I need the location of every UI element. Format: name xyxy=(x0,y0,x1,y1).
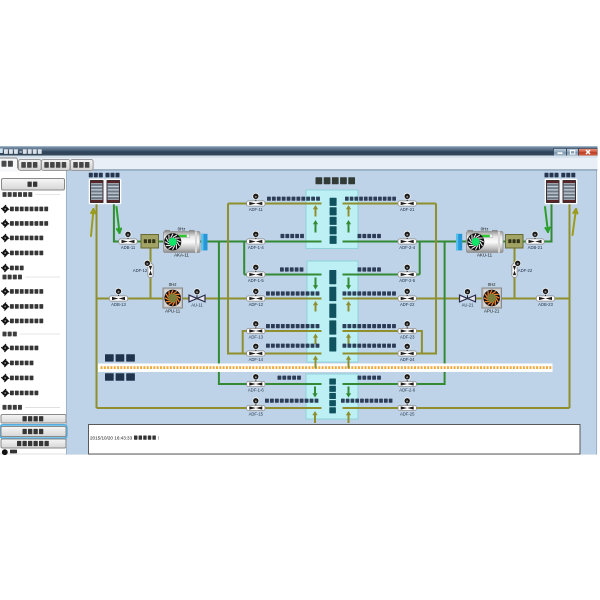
svg-text:ADF-13: ADF-13 xyxy=(249,335,264,340)
svg-text:ADF-22: ADF-22 xyxy=(400,302,415,307)
svg-text:ADF-24: ADF-24 xyxy=(400,357,415,362)
svg-text:ADF-12: ADF-12 xyxy=(133,268,148,273)
svg-text:0Hz: 0Hz xyxy=(169,282,177,287)
svg-text:ADB-21: ADB-21 xyxy=(528,245,543,250)
svg-text:!: ! xyxy=(158,435,159,440)
svg-text:APU-11: APU-11 xyxy=(165,309,181,314)
svg-text:ADF-12: ADF-12 xyxy=(249,302,264,307)
svg-text:ADF-1-6: ADF-1-6 xyxy=(248,388,264,393)
svg-text:AKA-11: AKA-11 xyxy=(174,253,189,258)
svg-text:AKU-11: AKU-11 xyxy=(477,253,493,258)
svg-text:ADF-15: ADF-15 xyxy=(249,412,264,417)
svg-text:ADF-1-5: ADF-1-5 xyxy=(248,278,264,283)
svg-text:ADF-22: ADF-22 xyxy=(518,268,533,273)
svg-text:ADF-11: ADF-11 xyxy=(249,207,264,212)
svg-text:0Hz: 0Hz xyxy=(481,227,489,232)
svg-text:ADF-23: ADF-23 xyxy=(400,335,415,340)
svg-text:ADB-13: ADB-13 xyxy=(111,302,126,307)
svg-text:ADB-23: ADB-23 xyxy=(538,302,553,307)
svg-text:AU-11: AU-11 xyxy=(191,303,203,308)
svg-text:APU-21: APU-21 xyxy=(484,309,500,314)
svg-text:ADF-1-4: ADF-1-4 xyxy=(248,245,264,250)
svg-text:0Hz: 0Hz xyxy=(488,282,496,287)
svg-text:0Hz: 0Hz xyxy=(178,227,186,232)
svg-text:AU-21: AU-21 xyxy=(462,303,475,308)
svg-text:ADF-2-5: ADF-2-5 xyxy=(399,278,415,283)
svg-text:ADF-25: ADF-25 xyxy=(400,412,415,417)
svg-text:ADF-21: ADF-21 xyxy=(400,207,415,212)
svg-text:ADF-14: ADF-14 xyxy=(249,357,264,362)
svg-text:2015/10/20 16:43:33: 2015/10/20 16:43:33 xyxy=(90,435,133,440)
svg-text:ADB-11: ADB-11 xyxy=(121,245,136,250)
svg-text:ADF-2-4: ADF-2-4 xyxy=(399,245,415,250)
svg-text:ADF-2-6: ADF-2-6 xyxy=(399,388,415,393)
